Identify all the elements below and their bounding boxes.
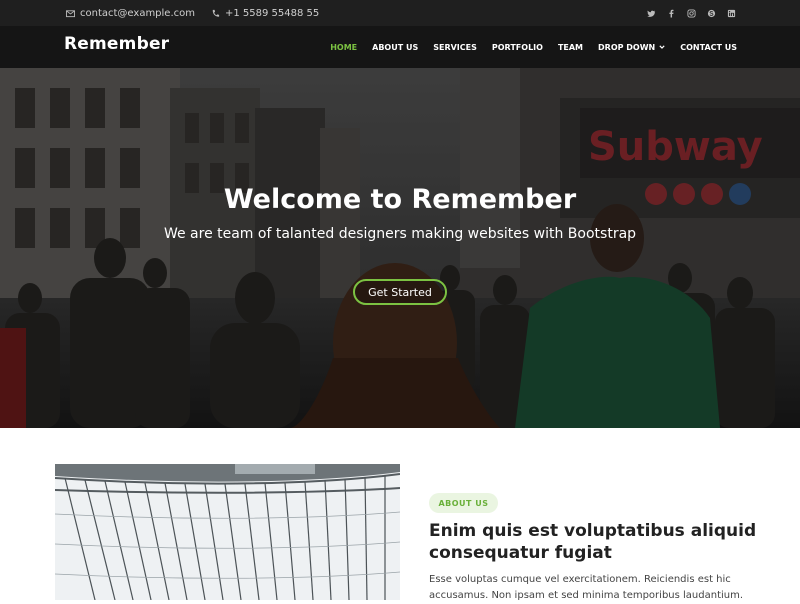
social-links [647,0,736,26]
email-contact[interactable]: contact@example.com [66,8,195,19]
nav-item-drop-down-label: DROP DOWN [598,42,656,52]
phone-icon [212,9,220,17]
nav-item-portfolio[interactable]: PORTFOLIO [492,43,543,52]
main-header: Remember HOME ABOUT US SERVICES PORTFOLI… [0,26,800,68]
contact-info: contact@example.com +1 5589 55488 55 [66,0,319,26]
nav-item-about-us[interactable]: ABOUT US [372,43,418,52]
about-image [55,464,400,600]
skype-icon[interactable] [707,9,716,18]
hero-section: Subway Welcome to Remember We are team o… [0,68,800,428]
phone-contact[interactable]: +1 5589 55488 55 [211,8,319,19]
nav-item-drop-down[interactable]: DROP DOWN [598,43,665,52]
twitter-icon[interactable] [647,9,656,18]
linkedin-icon[interactable] [727,9,736,18]
main-nav: HOME ABOUT US SERVICES PORTFOLIO TEAM DR… [330,26,737,68]
top-bar: contact@example.com +1 5589 55488 55 [0,0,800,26]
hero-title: Welcome to Remember [223,184,577,215]
email-text[interactable]: contact@example.com [80,8,195,19]
get-started-button[interactable]: Get Started [353,279,447,305]
nav-item-home[interactable]: HOME [330,43,357,52]
chevron-down-icon [659,45,665,49]
hero-overlay [0,68,800,428]
envelope-icon [66,9,75,17]
nav-item-services[interactable]: SERVICES [433,43,477,52]
hero-subtitle: We are team of talanted designers making… [163,226,637,242]
glass-roof-image [55,464,400,600]
facebook-icon[interactable] [667,9,676,18]
nav-item-contact-us[interactable]: CONTACT US [680,43,737,52]
about-us-badge: ABOUT US [429,493,498,513]
phone-text[interactable]: +1 5589 55488 55 [225,8,319,19]
instagram-icon[interactable] [687,8,696,18]
about-paragraph: Esse voluptas cumque vel exercitationem.… [429,574,744,601]
site-logo[interactable]: Remember [64,34,169,54]
about-heading: Enim quis est voluptatibus aliquid conse… [429,521,757,563]
nav-item-team[interactable]: TEAM [558,43,583,52]
